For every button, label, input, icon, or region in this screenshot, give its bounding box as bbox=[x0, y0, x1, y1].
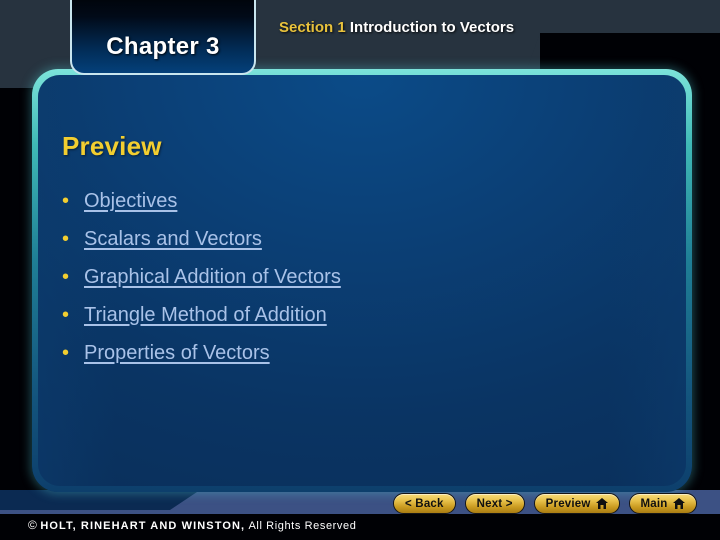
bullet-icon: • bbox=[62, 342, 70, 364]
section-name: Introduction to Vectors bbox=[349, 19, 515, 36]
section-number: Section 1 bbox=[279, 19, 346, 36]
preview-button[interactable]: Preview bbox=[533, 493, 620, 514]
copyright-notice: © HOLT, RINEHART AND WINSTON, All Rights… bbox=[28, 518, 356, 532]
section-title: Section 1 Introduction to Vectors bbox=[279, 19, 514, 36]
link-scalars-and-vectors[interactable]: Scalars and Vectors bbox=[84, 228, 262, 251]
slide-canvas: Chapter 3 Section 1 Introduction to Vect… bbox=[0, 0, 720, 540]
page-title: Preview bbox=[62, 131, 162, 161]
rights-text: All Rights Reserved bbox=[248, 520, 357, 532]
header-band-right bbox=[540, 0, 720, 33]
bullet-icon: • bbox=[62, 304, 70, 326]
copyright-symbol: © bbox=[28, 518, 38, 532]
home-icon bbox=[672, 498, 685, 509]
back-button[interactable]: < Back bbox=[393, 493, 456, 514]
list-item: • Scalars and Vectors bbox=[62, 228, 622, 266]
list-item: • Properties of Vectors bbox=[62, 342, 622, 380]
list-item: • Graphical Addition of Vectors bbox=[62, 266, 622, 304]
link-objectives[interactable]: Objectives bbox=[84, 190, 177, 213]
next-button-label: Next > bbox=[476, 497, 513, 510]
link-triangle-method-of-addition[interactable]: Triangle Method of Addition bbox=[84, 304, 327, 327]
preview-link-list: • Objectives • Scalars and Vectors • Gra… bbox=[62, 190, 622, 380]
link-properties-of-vectors[interactable]: Properties of Vectors bbox=[84, 342, 270, 365]
next-button[interactable]: Next > bbox=[464, 493, 525, 514]
back-button-label: < Back bbox=[405, 497, 444, 510]
list-item: • Objectives bbox=[62, 190, 622, 228]
link-graphical-addition-of-vectors[interactable]: Graphical Addition of Vectors bbox=[84, 266, 341, 289]
bullet-icon: • bbox=[62, 266, 70, 288]
chapter-badge: Chapter 3 bbox=[70, 0, 256, 75]
navigation-bar: < Back Next > Preview Main bbox=[393, 493, 697, 514]
bullet-icon: • bbox=[62, 190, 70, 212]
publisher-name: HOLT, RINEHART AND WINSTON, bbox=[40, 520, 246, 532]
preview-button-label: Preview bbox=[545, 497, 591, 510]
main-button-label: Main bbox=[640, 497, 668, 510]
list-item: • Triangle Method of Addition bbox=[62, 304, 622, 342]
home-icon bbox=[595, 498, 608, 509]
main-button[interactable]: Main bbox=[628, 493, 697, 514]
chapter-label: Chapter 3 bbox=[106, 33, 220, 60]
bullet-icon: • bbox=[62, 228, 70, 250]
